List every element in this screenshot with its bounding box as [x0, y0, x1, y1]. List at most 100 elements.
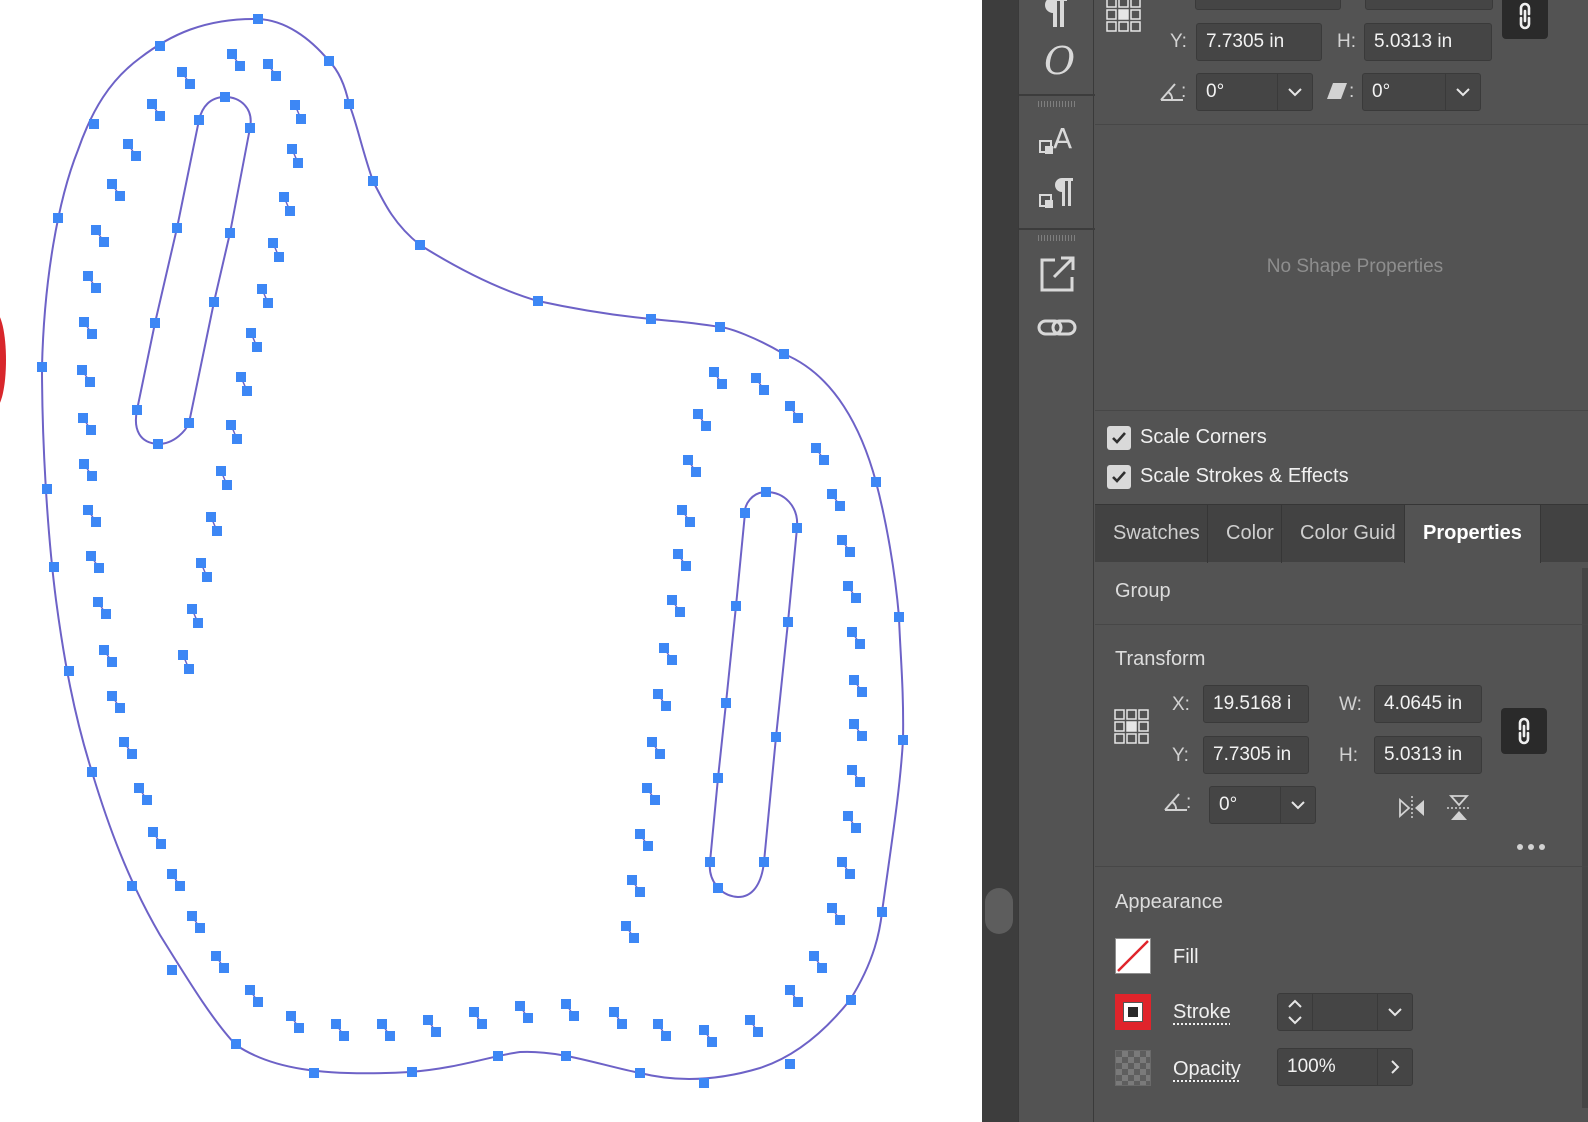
anchor-point[interactable] [667, 655, 677, 665]
anchor-point[interactable] [635, 1068, 645, 1078]
anchor-point[interactable] [115, 191, 125, 201]
anchor-point[interactable] [845, 869, 855, 879]
stroke-weight-field[interactable] [1312, 993, 1378, 1031]
anchor-point[interactable] [759, 385, 769, 395]
anchor-point[interactable] [837, 535, 847, 545]
anchor-point[interactable] [385, 1031, 395, 1041]
anchor-point[interactable] [635, 887, 645, 897]
anchor-point[interactable] [134, 783, 144, 793]
anchor-point[interactable] [83, 271, 93, 281]
top-w-field-partial[interactable] [1365, 0, 1493, 10]
anchor-point[interactable] [142, 795, 152, 805]
outer-contour-path[interactable] [40, 17, 905, 1081]
anchor-point[interactable] [127, 749, 137, 759]
anchor-point[interactable] [252, 342, 262, 352]
anchor-point[interactable] [653, 689, 663, 699]
scale-strokes-label[interactable]: Scale Strokes & Effects [1140, 465, 1349, 488]
anchor-point[interactable] [837, 857, 847, 867]
anchor-point[interactable] [653, 1019, 663, 1029]
anchor-point[interactable] [693, 409, 703, 419]
anchor-point[interactable] [279, 192, 289, 202]
anchor-point[interactable] [219, 963, 229, 973]
export-icon[interactable] [1037, 254, 1077, 294]
anchor-point[interactable] [699, 1025, 709, 1035]
anchor-point[interactable] [263, 298, 273, 308]
anchor-point[interactable] [187, 604, 197, 614]
anchor-point[interactable] [89, 119, 99, 129]
fill-label[interactable]: Fill [1173, 946, 1199, 969]
anchor-point[interactable] [898, 735, 908, 745]
opacity-field[interactable]: 100% [1277, 1048, 1378, 1086]
rotate-field[interactable]: 0° [1209, 786, 1281, 824]
anchor-point[interactable] [127, 881, 137, 891]
anchor-point[interactable] [77, 365, 87, 375]
opacity-swatch[interactable] [1115, 1050, 1151, 1086]
anchor-point[interactable] [107, 179, 117, 189]
anchor-point[interactable] [324, 56, 334, 66]
anchor-point[interactable] [753, 1027, 763, 1037]
anchor-point[interactable] [53, 213, 63, 223]
stroke-swatch[interactable] [1115, 994, 1151, 1030]
scale-corners-label[interactable]: Scale Corners [1140, 426, 1267, 449]
anchor-point[interactable] [477, 1019, 487, 1029]
anchor-point[interactable] [37, 362, 47, 372]
anchor-point[interactable] [185, 79, 195, 89]
left-inner-slot-path[interactable] [135, 95, 252, 446]
anchor-point[interactable] [792, 523, 802, 533]
anchor-point[interactable] [561, 999, 571, 1009]
anchor-point[interactable] [242, 386, 252, 396]
anchor-point[interactable] [232, 434, 242, 444]
anchor-point[interactable] [629, 933, 639, 943]
anchor-point[interactable] [809, 951, 819, 961]
anchor-point[interactable] [811, 443, 821, 453]
anchor-point[interactable] [655, 749, 665, 759]
anchor-point[interactable] [187, 911, 197, 921]
anchor-point[interactable] [493, 1051, 503, 1061]
more-options-icon[interactable] [1515, 838, 1547, 861]
anchor-point[interactable] [793, 413, 803, 423]
anchor-point[interactable] [211, 951, 221, 961]
anchor-point[interactable] [561, 1051, 571, 1061]
flip-vertical-icon[interactable] [1445, 793, 1473, 828]
anchor-point[interactable] [91, 517, 101, 527]
anchor-point[interactable] [609, 1007, 619, 1017]
anchor-point[interactable] [691, 467, 701, 477]
anchor-point[interactable] [785, 985, 795, 995]
stepper-icon[interactable] [1277, 993, 1313, 1031]
anchor-point[interactable] [245, 985, 255, 995]
anchor-point[interactable] [94, 563, 104, 573]
anchor-point[interactable] [667, 595, 677, 605]
anchor-point[interactable] [533, 296, 543, 306]
anchor-point[interactable] [212, 526, 222, 536]
anchor-point[interactable] [779, 349, 789, 359]
anchor-point[interactable] [759, 857, 769, 867]
anchor-point[interactable] [819, 455, 829, 465]
strip-grip[interactable] [1038, 101, 1076, 107]
stroke-label[interactable]: Stroke [1173, 1001, 1231, 1024]
anchor-point[interactable] [245, 123, 255, 133]
anchor-point[interactable] [783, 617, 793, 627]
anchor-point[interactable] [296, 114, 306, 124]
paragraph-styles-icon[interactable] [1037, 174, 1077, 214]
anchor-point[interactable] [857, 687, 867, 697]
anchor-point[interactable] [685, 517, 695, 527]
anchor-point[interactable] [851, 823, 861, 833]
anchor-point[interactable] [226, 420, 236, 430]
anchor-point[interactable] [85, 377, 95, 387]
canvas-scroll-gutter[interactable] [982, 0, 1018, 1122]
anchor-point[interactable] [150, 318, 160, 328]
anchor-point[interactable] [86, 551, 96, 561]
anchor-point[interactable] [849, 675, 859, 685]
chevron-down-icon[interactable] [1445, 73, 1481, 111]
reference-point-icon[interactable] [1113, 708, 1151, 753]
anchor-point[interactable] [195, 923, 205, 933]
anchor-point[interactable] [851, 593, 861, 603]
scale-corners-checkbox[interactable] [1107, 426, 1131, 450]
anchor-point[interactable] [253, 14, 263, 24]
anchor-point[interactable] [857, 731, 867, 741]
anchor-point[interactable] [148, 827, 158, 837]
anchor-point[interactable] [167, 869, 177, 879]
anchor-point[interactable] [309, 1068, 319, 1078]
chevron-down-icon[interactable] [1277, 73, 1313, 111]
anchor-point[interactable] [119, 737, 129, 747]
